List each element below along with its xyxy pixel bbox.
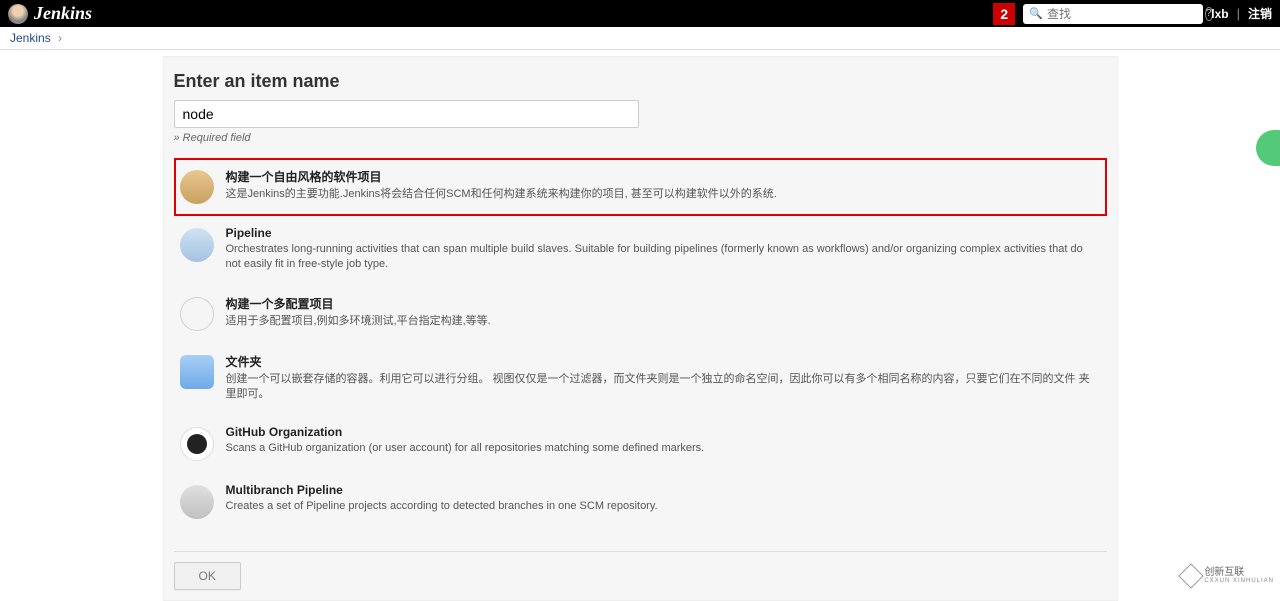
option-pipeline[interactable]: Pipeline Orchestrates long-running activ… <box>174 216 1107 285</box>
user-link[interactable]: lxb <box>1211 7 1228 21</box>
watermark-sub: CXXUN XINHULIAN <box>1204 578 1274 584</box>
option-body: 文件夹 创建一个可以嵌套存储的容器。利用它可以进行分组。 视图仅仅是一个过滤器，… <box>226 353 1101 403</box>
option-multiconfig[interactable]: 构建一个多配置项目 适用于多配置项目,例如多环境测试,平台指定构建,等等. <box>174 285 1107 343</box>
breadcrumb: Jenkins › <box>0 27 1280 50</box>
top-bar: Jenkins 2 🔍 ? lxb | 注销 <box>0 0 1280 27</box>
page-title: Enter an item name <box>174 71 1107 92</box>
folder-icon <box>180 355 214 389</box>
search-input[interactable] <box>1047 7 1202 21</box>
logout-link[interactable]: 注销 <box>1248 5 1272 22</box>
notification-badge[interactable]: 2 <box>993 3 1015 25</box>
option-title: 构建一个多配置项目 <box>226 295 1101 312</box>
main-area: Enter an item name » Required field 构建一个… <box>0 50 1280 601</box>
jenkins-logo-link[interactable]: Jenkins <box>8 3 92 24</box>
option-body: GitHub Organization Scans a GitHub organ… <box>226 425 1101 461</box>
multiconfig-icon <box>180 297 214 331</box>
option-desc: 适用于多配置项目,例如多环境测试,平台指定构建,等等. <box>226 314 1101 329</box>
watermark-brand: 创新互联 <box>1204 568 1274 578</box>
option-title: Pipeline <box>226 226 1101 240</box>
ok-button[interactable]: OK <box>174 562 241 590</box>
watermark-logo-icon <box>1179 563 1204 588</box>
option-body: Multibranch Pipeline Creates a set of Pi… <box>226 483 1101 519</box>
search-icon: 🔍 <box>1029 7 1043 20</box>
breadcrumb-item[interactable]: Jenkins <box>10 31 51 45</box>
topbar-left: Jenkins <box>8 3 92 24</box>
option-desc: 创建一个可以嵌套存储的容器。利用它可以进行分组。 视图仅仅是一个过滤器，而文件夹… <box>226 372 1101 403</box>
watermark: 创新互联 CXXUN XINHULIAN <box>1182 567 1274 585</box>
freestyle-icon <box>180 170 214 204</box>
jenkins-head-icon <box>8 4 28 24</box>
option-body: Pipeline Orchestrates long-running activ… <box>226 226 1101 273</box>
divider: | <box>1237 6 1240 21</box>
required-hint: » Required field <box>174 132 1107 144</box>
option-folder[interactable]: 文件夹 创建一个可以嵌套存储的容器。利用它可以进行分组。 视图仅仅是一个过滤器，… <box>174 343 1107 415</box>
chevron-right-icon: › <box>58 31 62 45</box>
option-body: 构建一个自由风格的软件项目 这是Jenkins的主要功能.Jenkins将会结合… <box>226 168 1101 204</box>
option-title: 文件夹 <box>226 353 1101 370</box>
ok-row: OK <box>174 551 1107 590</box>
brand-text: Jenkins <box>34 3 92 24</box>
github-icon <box>180 427 214 461</box>
option-body: 构建一个多配置项目 适用于多配置项目,例如多环境测试,平台指定构建,等等. <box>226 295 1101 331</box>
item-name-input[interactable] <box>174 100 639 128</box>
multibranch-icon <box>180 485 214 519</box>
option-desc: Orchestrates long-running activities tha… <box>226 242 1101 273</box>
watermark-text: 创新互联 CXXUN XINHULIAN <box>1204 568 1274 584</box>
pipeline-icon <box>180 228 214 262</box>
option-github-org[interactable]: GitHub Organization Scans a GitHub organ… <box>174 415 1107 473</box>
option-title: 构建一个自由风格的软件项目 <box>226 168 1101 185</box>
option-freestyle[interactable]: 构建一个自由风格的软件项目 这是Jenkins的主要功能.Jenkins将会结合… <box>174 158 1107 216</box>
option-desc: 这是Jenkins的主要功能.Jenkins将会结合任何SCM和任何构建系统来构… <box>226 187 1101 202</box>
content-panel: Enter an item name » Required field 构建一个… <box>163 56 1118 601</box>
option-title: Multibranch Pipeline <box>226 483 1101 497</box>
option-desc: Creates a set of Pipeline projects accor… <box>226 499 1101 514</box>
option-title: GitHub Organization <box>226 425 1101 439</box>
search-box[interactable]: 🔍 ? <box>1023 4 1203 24</box>
option-multibranch[interactable]: Multibranch Pipeline Creates a set of Pi… <box>174 473 1107 531</box>
option-desc: Scans a GitHub organization (or user acc… <box>226 441 1101 456</box>
item-type-list: 构建一个自由风格的软件项目 这是Jenkins的主要功能.Jenkins将会结合… <box>174 158 1107 531</box>
topbar-right: 2 🔍 ? lxb | 注销 <box>993 3 1272 25</box>
